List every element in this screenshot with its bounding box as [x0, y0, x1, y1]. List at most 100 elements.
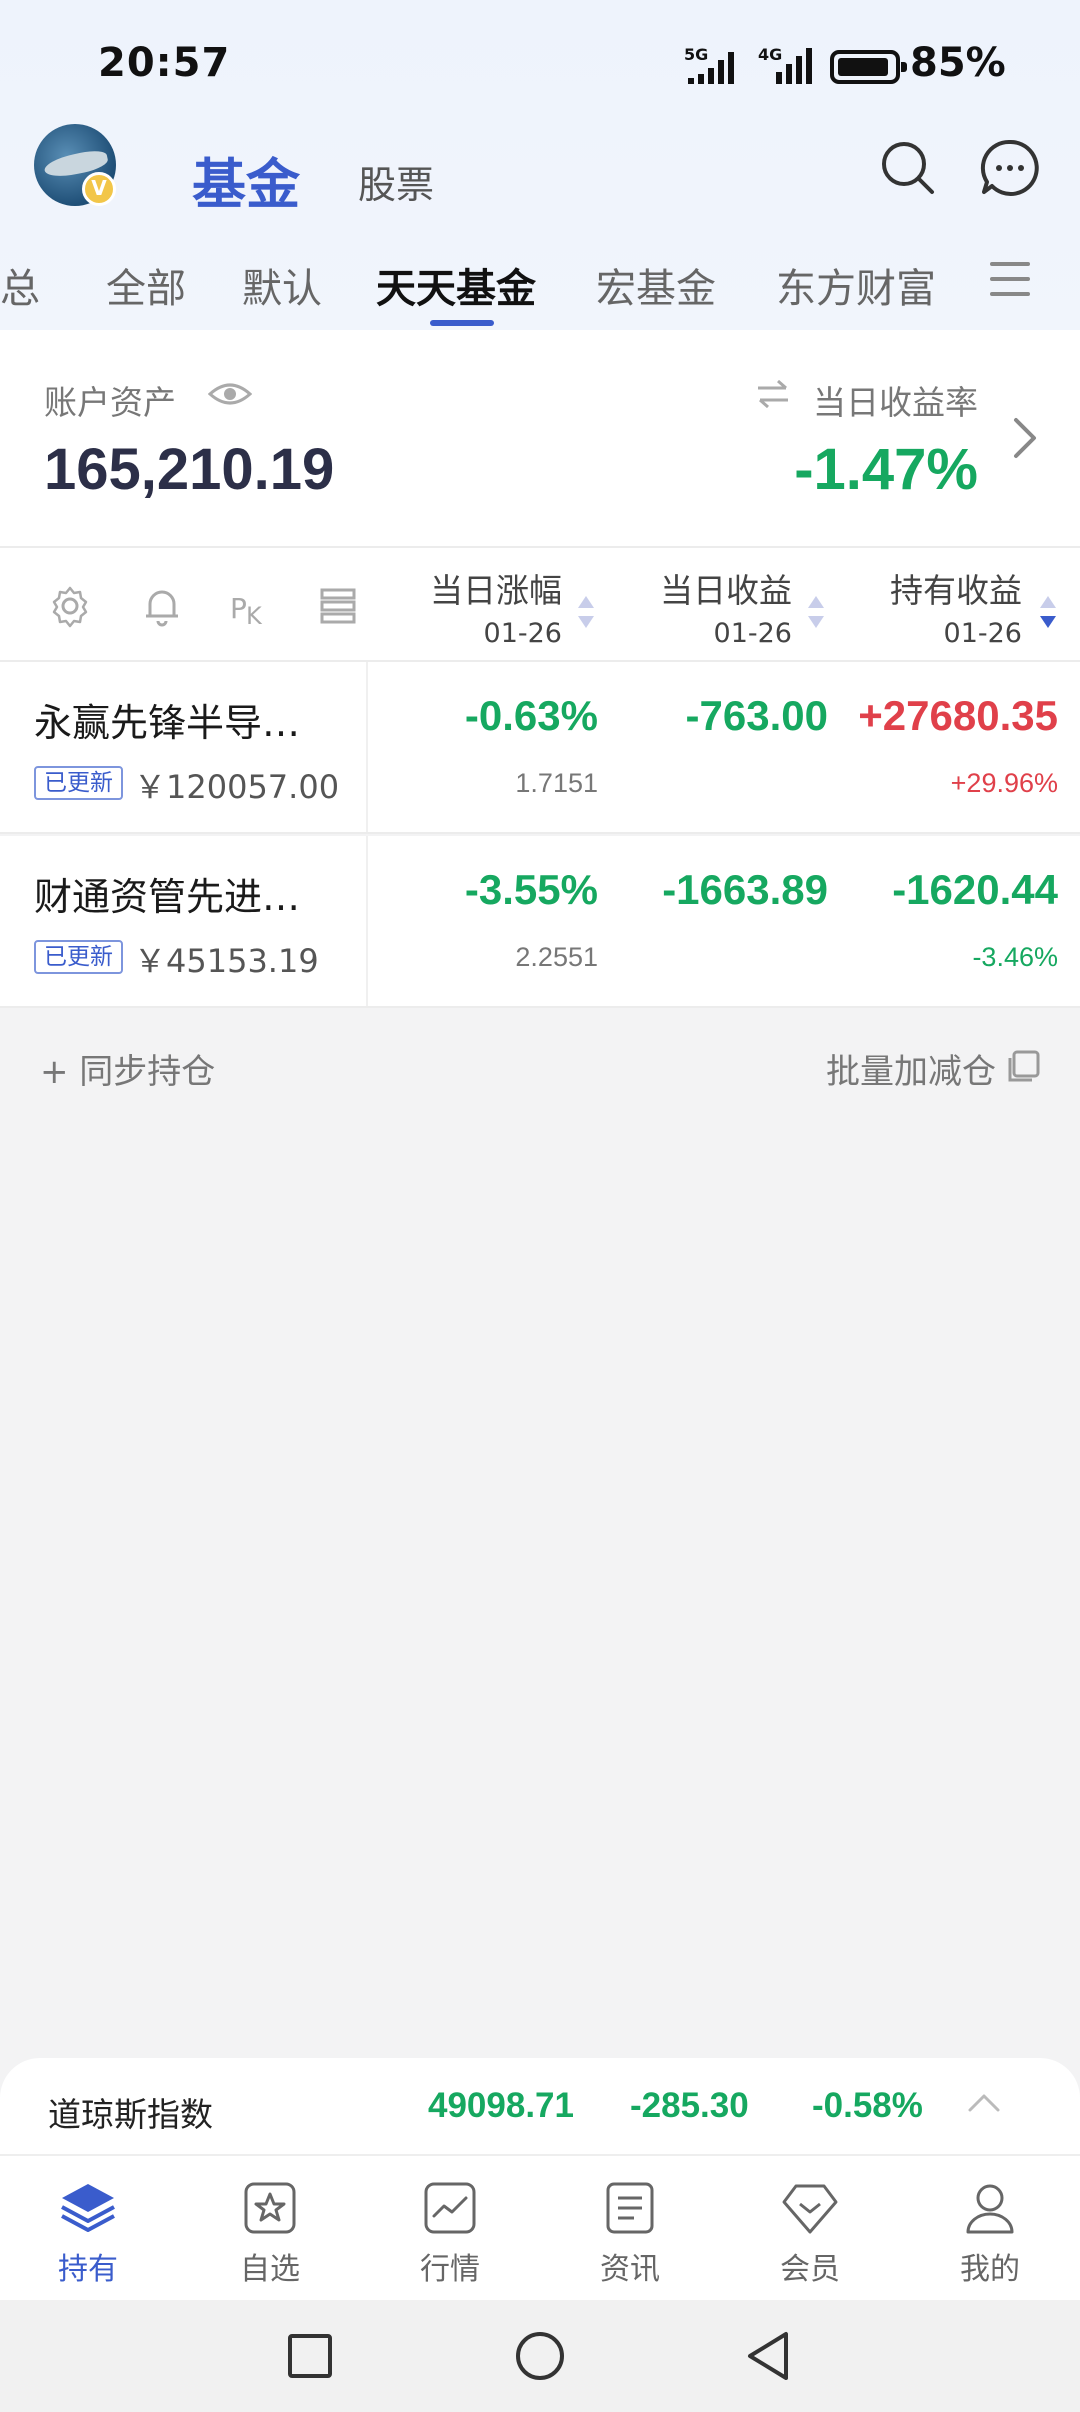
- network-4g-label: 4G: [758, 45, 782, 64]
- tab-all[interactable]: 全部: [106, 256, 186, 314]
- fund-day-profit: -763.00: [685, 692, 828, 739]
- app-header: V 基金 股票: [0, 120, 1080, 220]
- eye-icon[interactable]: [208, 376, 252, 412]
- nav-label: 持有: [58, 2252, 118, 2287]
- tab-fund[interactable]: 基金: [192, 140, 300, 219]
- nav-label: 自选: [240, 2252, 300, 2287]
- status-bar: 20:57 5G 4G 85%: [0, 36, 1080, 96]
- index-name: 道琼斯指数: [48, 2095, 213, 2134]
- col-day-profit-date: 01-26: [713, 618, 792, 649]
- recents-icon[interactable]: [282, 2328, 338, 2384]
- fund-day-profit: -1663.89: [662, 866, 828, 913]
- back-icon[interactable]: [742, 2328, 798, 2384]
- nav-vip[interactable]: 会员: [750, 2178, 870, 2288]
- system-nav-bar: [0, 2300, 1080, 2412]
- tab-default[interactable]: 默认: [242, 256, 322, 314]
- fund-row[interactable]: 财通资管先进… 已更新 ￥45153.19 -3.55% 2.2551 -166…: [0, 836, 1080, 1008]
- tab-hongjijin[interactable]: 宏基金: [596, 256, 716, 314]
- col-hold-profit-date: 01-26: [943, 618, 1022, 649]
- sync-holdings-button[interactable]: + 同步持仓: [40, 1044, 215, 1093]
- user-icon: [966, 2184, 1014, 2234]
- index-ticker[interactable]: 道琼斯指数 49098.71 -285.30 -0.58%: [0, 2058, 1080, 2154]
- sort-desc-icon[interactable]: [1038, 592, 1058, 632]
- chart-icon: [424, 2182, 476, 2234]
- nav-label: 会员: [780, 2252, 840, 2287]
- network-5g-label: 5G: [684, 45, 708, 64]
- nav-profile[interactable]: 我的: [930, 2178, 1050, 2288]
- verified-badge-icon: V: [82, 172, 116, 206]
- tab-tiantian[interactable]: 天天基金: [376, 256, 536, 314]
- batch-adjust-button[interactable]: 批量加减仓: [826, 1044, 996, 1093]
- fund-holding: ￥45153.19: [134, 942, 319, 980]
- chevron-right-icon[interactable]: [1010, 416, 1040, 460]
- rate-value: -1.47%: [794, 437, 978, 502]
- holding-actions: + 同步持仓 批量加减仓: [0, 1036, 1080, 1096]
- status-time: 20:57: [98, 40, 231, 86]
- bottom-nav: 持有 自选 行情 资讯 会员 我的: [0, 2154, 1080, 2300]
- fund-hold-profit-pct: +29.96%: [950, 768, 1058, 798]
- menu-icon[interactable]: [990, 262, 1030, 298]
- copy-icon[interactable]: [1004, 1048, 1042, 1086]
- col-hold-profit[interactable]: 持有收益 01-26: [890, 564, 1022, 649]
- updated-badge: 已更新: [34, 940, 123, 974]
- col-day-change-date: 01-26: [483, 618, 562, 649]
- account-summary: 账户资产 165,210.19 当日收益率 -1.47%: [0, 330, 1080, 546]
- fund-change-pct: -3.55%: [464, 866, 598, 913]
- nav-label: 行情: [420, 2252, 480, 2287]
- bell-icon[interactable]: [140, 584, 184, 628]
- col-day-change-title: 当日涨幅: [430, 571, 562, 610]
- tab-eastmoney[interactable]: 东方财富: [776, 256, 936, 314]
- index-value: 49098.71: [428, 2086, 574, 2125]
- list-layout-icon[interactable]: [316, 584, 360, 628]
- star-icon: [244, 2182, 296, 2234]
- column-header: P K 当日涨幅 01-26 当日收益 01-26 持有收益 01-26: [0, 546, 1080, 662]
- nav-label: 我的: [960, 2252, 1020, 2287]
- active-tab-indicator: [430, 320, 494, 326]
- svg-text:P: P: [230, 592, 247, 625]
- fund-hold-profit: -1620.44: [892, 866, 1058, 913]
- updated-badge: 已更新: [34, 766, 123, 800]
- index-change: -285.30: [630, 2086, 749, 2125]
- settings-icon[interactable]: [48, 584, 92, 628]
- tab-stock[interactable]: 股票: [358, 154, 434, 209]
- tab-summary[interactable]: 汇总: [0, 256, 40, 314]
- layers-icon: [61, 2184, 115, 2232]
- pk-icon[interactable]: P K: [228, 584, 272, 628]
- news-icon: [606, 2182, 654, 2234]
- swap-icon[interactable]: [756, 380, 790, 408]
- fund-hold-profit: +27680.35: [858, 692, 1058, 739]
- asset-label: 账户资产: [44, 383, 176, 422]
- battery-percent: 85%: [910, 40, 1006, 86]
- rate-label[interactable]: 当日收益率: [813, 376, 978, 424]
- nav-holdings[interactable]: 持有: [28, 2178, 148, 2288]
- col-hold-profit-title: 持有收益: [890, 571, 1022, 610]
- fund-name: 永赢先锋半导…: [34, 701, 301, 745]
- signal-5g-icon: 5G: [684, 45, 734, 84]
- fund-holding: ￥120057.00: [134, 768, 340, 806]
- fund-nav: 2.2551: [515, 942, 598, 972]
- nav-watchlist[interactable]: 自选: [210, 2178, 330, 2288]
- nav-market[interactable]: 行情: [390, 2178, 510, 2288]
- sort-icon[interactable]: [576, 592, 596, 632]
- sort-icon[interactable]: [806, 592, 826, 632]
- fund-row[interactable]: 永赢先锋半导… 已更新 ￥120057.00 -0.63% 1.7151 -76…: [0, 662, 1080, 834]
- index-change-pct: -0.58%: [812, 2086, 923, 2125]
- signal-4g-icon: 4G: [758, 45, 812, 84]
- col-day-profit[interactable]: 当日收益 01-26: [660, 564, 792, 649]
- asset-value: 165,210.19: [44, 437, 335, 502]
- nav-label: 资讯: [600, 2252, 660, 2287]
- col-day-profit-title: 当日收益: [660, 571, 792, 610]
- top-area: 20:57 5G 4G 85% V 基金 股票 总 全部 默认 天天基金 宏基金…: [0, 0, 1080, 330]
- search-icon[interactable]: [876, 136, 940, 200]
- fund-name: 财通资管先进…: [34, 875, 301, 919]
- nav-news[interactable]: 资讯: [570, 2178, 690, 2288]
- vip-icon: [782, 2184, 838, 2234]
- battery-icon: [830, 50, 907, 84]
- home-icon[interactable]: [512, 2328, 568, 2384]
- message-icon[interactable]: [978, 136, 1042, 200]
- fund-nav: 1.7151: [515, 768, 598, 798]
- fund-hold-profit-pct: -3.46%: [972, 942, 1058, 972]
- col-day-change[interactable]: 当日涨幅 01-26: [430, 564, 562, 649]
- svg-text:K: K: [246, 602, 263, 628]
- chevron-up-icon[interactable]: [964, 2088, 1004, 2118]
